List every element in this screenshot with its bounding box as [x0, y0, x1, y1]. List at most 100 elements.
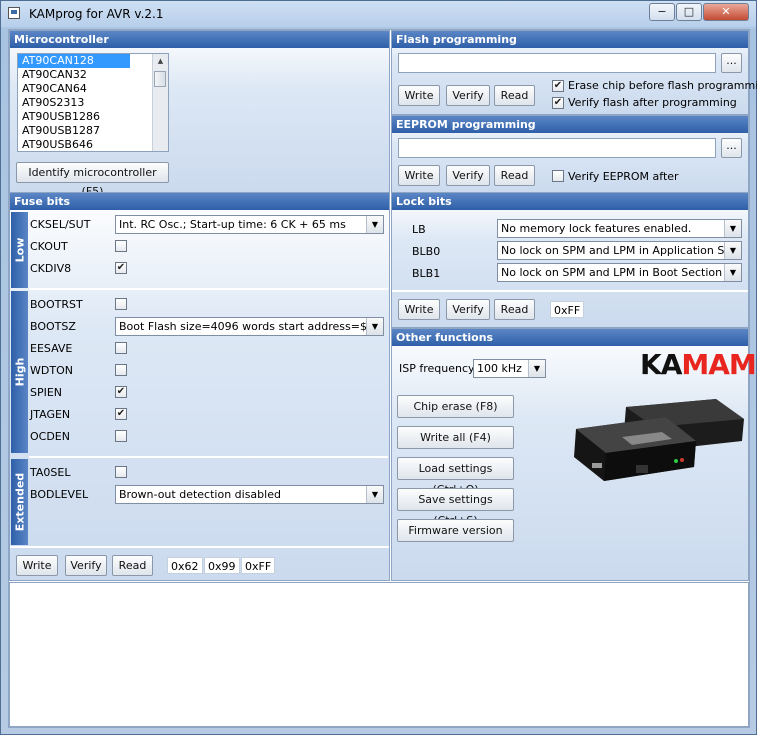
bootsz-select[interactable]: Boot Flash size=4096 words start address… — [115, 317, 384, 336]
kamami-logo: KAMAMI — [640, 348, 757, 381]
cksel-select[interactable]: Int. RC Osc.; Start-up time: 6 CK + 65 m… — [115, 215, 384, 234]
ckdiv8-label: CKDIV8 — [30, 262, 72, 275]
list-item[interactable]: AT90CAN32 — [18, 68, 168, 82]
chevron-down-icon[interactable]: ▼ — [528, 360, 545, 377]
close-button[interactable]: ✕ — [703, 3, 749, 21]
lock-read-button[interactable]: Read — [494, 299, 535, 320]
flash-write-button[interactable]: Write — [398, 85, 440, 106]
fuse-high-hex: 0x99 — [204, 557, 240, 574]
fuse-low-hex: 0x62 — [167, 557, 203, 574]
identify-microcontroller-button[interactable]: Identify microcontroller (F5) — [16, 162, 169, 198]
ocden-checkbox[interactable] — [115, 430, 127, 442]
list-item[interactable]: AT90CAN128 — [18, 54, 130, 68]
list-item[interactable]: AT90CAN64 — [18, 82, 168, 96]
log-output[interactable] — [9, 582, 749, 727]
microcontroller-header: Microcontroller — [10, 31, 389, 48]
fuse-group-extended: Extended — [11, 459, 28, 545]
fuse-header: Fuse bits — [10, 193, 389, 210]
eesave-label: EESAVE — [30, 342, 73, 355]
list-item[interactable]: AT90S2313 — [18, 96, 168, 110]
ckout-label: CKOUT — [30, 240, 68, 253]
title-bar[interactable]: KAMprog for AVR v.2.1 − □ ✕ — [1, 1, 756, 27]
eeprom-write-button[interactable]: Write — [398, 165, 440, 186]
list-item[interactable]: AT90USB646 — [18, 138, 168, 151]
chevron-down-icon[interactable]: ▼ — [366, 216, 383, 233]
write-all-button[interactable]: Write all (F4) — [397, 426, 514, 449]
lock-panel: Lock bits LB No memory lock features ena… — [391, 192, 749, 328]
lock-write-button[interactable]: Write — [398, 299, 440, 320]
chevron-down-icon[interactable]: ▼ — [724, 220, 741, 237]
spien-label: SPIEN — [30, 386, 63, 399]
eeprom-file-input[interactable] — [398, 138, 716, 158]
firmware-version-button[interactable]: Firmware version — [397, 519, 514, 542]
lb-select[interactable]: No memory lock features enabled. ▼ — [497, 219, 742, 238]
chevron-down-icon[interactable]: ▼ — [724, 264, 741, 281]
cksel-label: CKSEL/SUT — [30, 218, 91, 231]
list-item[interactable]: AT90USB1286 — [18, 110, 168, 124]
isp-frequency-select[interactable]: 100 kHz ▼ — [473, 359, 546, 378]
flash-verify-button[interactable]: Verify — [446, 85, 490, 106]
fuse-panel: Fuse bits Low High Extended CKSEL/SUT In… — [9, 192, 390, 581]
erase-before-checkbox[interactable]: ✔ — [552, 80, 564, 92]
chip-erase-button[interactable]: Chip erase (F8) — [397, 395, 514, 418]
microcontroller-list[interactable]: AT90CAN128 AT90CAN32 AT90CAN64 AT90S2313 AT9… — [17, 53, 169, 152]
wdton-label: WDTON — [30, 364, 73, 377]
fuse-read-button[interactable]: Read — [112, 555, 153, 576]
scroll-up-icon[interactable]: ▲ — [153, 54, 168, 68]
group-divider — [29, 288, 388, 290]
eeprom-verify-button[interactable]: Verify — [446, 165, 490, 186]
eeprom-panel: EEPROM programming ... Write Verify Read… — [391, 115, 749, 193]
eesave-checkbox[interactable] — [115, 342, 127, 354]
lock-header: Lock bits — [392, 193, 748, 210]
spien-checkbox[interactable]: ✔ — [115, 386, 127, 398]
minimize-button[interactable]: − — [649, 3, 675, 21]
bodlevel-label: BODLEVEL — [30, 488, 89, 501]
ckdiv8-checkbox[interactable]: ✔ — [115, 262, 127, 274]
app-icon — [8, 7, 20, 19]
list-scrollbar[interactable]: ▲ — [152, 54, 168, 151]
flash-browse-button[interactable]: ... — [721, 53, 742, 73]
blb0-select[interactable]: No lock on SPM and LPM in Application Se… — [497, 241, 742, 260]
fuse-ext-hex: 0xFF — [241, 557, 276, 574]
flash-read-button[interactable]: Read — [494, 85, 535, 106]
save-settings-button[interactable]: Save settings (Ctrl+S) — [397, 488, 514, 527]
eeprom-header: EEPROM programming — [392, 116, 748, 133]
verify-flash-label: Verify flash after programming — [568, 96, 737, 109]
chevron-down-icon[interactable]: ▼ — [724, 242, 741, 259]
bootrst-checkbox[interactable] — [115, 298, 127, 310]
lock-hex: 0xFF — [550, 301, 585, 318]
wdton-checkbox[interactable] — [115, 364, 127, 376]
scroll-thumb[interactable] — [154, 71, 166, 87]
list-item[interactable]: AT90USB1287 — [18, 124, 168, 138]
eeprom-browse-button[interactable]: ... — [721, 138, 742, 158]
ckout-checkbox[interactable] — [115, 240, 127, 252]
verify-eeprom-checkbox[interactable] — [552, 170, 564, 182]
group-divider — [29, 456, 388, 458]
eeprom-read-button[interactable]: Read — [494, 165, 535, 186]
jtagen-checkbox[interactable]: ✔ — [115, 408, 127, 420]
chevron-down-icon[interactable]: ▼ — [366, 318, 383, 335]
fuse-group-low: Low — [11, 212, 28, 288]
fuse-write-button[interactable]: Write — [16, 555, 58, 576]
maximize-button[interactable]: □ — [676, 3, 702, 21]
fuse-group-high: High — [11, 291, 28, 453]
fuse-verify-button[interactable]: Verify — [65, 555, 107, 576]
lock-verify-button[interactable]: Verify — [446, 299, 490, 320]
ocden-label: OCDEN — [30, 430, 70, 443]
load-settings-button[interactable]: Load settings (Ctrl+O) — [397, 457, 514, 496]
blb1-select[interactable]: No lock on SPM and LPM in Boot Section ▼ — [497, 263, 742, 282]
other-functions-header: Other functions — [392, 329, 748, 346]
other-functions-panel: Other functions ISP frequency 100 kHz ▼ C… — [391, 328, 757, 581]
microcontroller-panel: Microcontroller AT90CAN128 AT90CAN32 AT90C… — [9, 30, 390, 198]
bootsz-label: BOOTSZ — [30, 320, 76, 333]
lock-divider — [392, 290, 748, 292]
flash-panel: Flash programming ... Write Verify Read … — [391, 30, 757, 115]
flash-file-input[interactable] — [398, 53, 716, 73]
ta0sel-checkbox[interactable] — [115, 466, 127, 478]
chevron-down-icon[interactable]: ▼ — [366, 486, 383, 503]
verify-flash-checkbox[interactable]: ✔ — [552, 97, 564, 109]
bodlevel-select[interactable]: Brown-out detection disabled ▼ — [115, 485, 384, 504]
bootrst-label: BOOTRST — [30, 298, 83, 311]
jtagen-label: JTAGEN — [30, 408, 71, 421]
verify-eeprom-label: Verify EEPROM after — [568, 170, 679, 183]
